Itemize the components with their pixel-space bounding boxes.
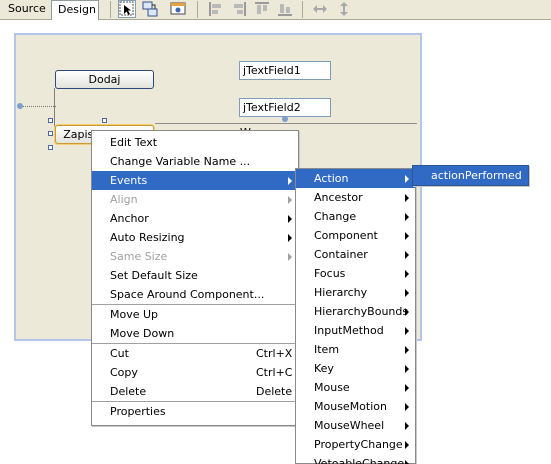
events-item-mousemotion[interactable]: MouseMotion — [296, 397, 415, 416]
jtextfield1-input[interactable]: jTextField1 — [239, 61, 331, 80]
submenu-arrow-icon — [405, 213, 409, 221]
menu-item-cut[interactable]: Cut Ctrl+X — [92, 344, 298, 363]
toolbar-separator — [110, 1, 111, 18]
submenu-arrow-icon — [288, 177, 292, 185]
submenu-arrow-icon — [405, 175, 409, 183]
submenu-arrow-icon — [405, 251, 409, 259]
align-bottom-icon — [276, 0, 294, 18]
submenu-arrow-icon — [405, 384, 409, 392]
tab-design[interactable]: Design — [51, 0, 99, 20]
selection-mode-icon[interactable] — [118, 0, 136, 18]
submenu-arrow-icon — [405, 194, 409, 202]
connection-mode-icon[interactable] — [141, 0, 159, 18]
submenu-arrow-icon — [288, 196, 292, 204]
resize-handle[interactable] — [48, 118, 53, 123]
dodaj-button[interactable]: Dodaj — [55, 70, 154, 89]
submenu-arrow-icon — [405, 460, 409, 464]
events-item-inputmethod[interactable]: InputMethod — [296, 321, 415, 340]
jtextfield2-input[interactable]: jTextField2 — [239, 98, 331, 117]
resize-vertical-icon — [335, 0, 353, 18]
menu-item-move-down[interactable]: Move Down — [92, 324, 298, 343]
context-menu: Edit Text Change Variable Name ... Event… — [91, 130, 299, 426]
resize-handle[interactable] — [48, 131, 53, 136]
submenu-arrow-icon — [288, 215, 292, 223]
events-item-change[interactable]: Change — [296, 207, 415, 226]
menu-item-edit-text[interactable]: Edit Text — [92, 133, 298, 152]
submenu-arrow-icon — [405, 422, 409, 430]
menu-item-set-default-size[interactable]: Set Default Size — [92, 266, 298, 285]
menu-item-copy[interactable]: Copy Ctrl+C — [92, 363, 298, 382]
submenu-arrow-icon — [288, 234, 292, 242]
submenu-arrow-icon — [405, 289, 409, 297]
toolbar-separator — [302, 1, 303, 18]
events-item-action[interactable]: Action — [296, 169, 415, 188]
menu-item-events[interactable]: Events — [92, 171, 298, 190]
menu-item-move-up[interactable]: Move Up — [92, 305, 298, 324]
anchor-indicator — [17, 103, 23, 109]
resize-handle[interactable] — [102, 118, 107, 123]
menu-item-space-around-component[interactable]: Space Around Component... — [92, 285, 298, 304]
submenu-arrow-icon — [405, 308, 409, 316]
menu-item-same-size: Same Size — [92, 247, 298, 266]
events-item-ancestor[interactable]: Ancestor — [296, 188, 415, 207]
alignment-guide — [155, 123, 417, 124]
submenu-arrow-icon — [405, 441, 409, 449]
menu-item-anchor[interactable]: Anchor — [92, 209, 298, 228]
designer-toolbar: Source Design — [0, 0, 551, 20]
menu-item-auto-resizing[interactable]: Auto Resizing — [92, 228, 298, 247]
submenu-arrow-icon — [288, 253, 292, 261]
menu-item-delete[interactable]: Delete Delete — [92, 382, 298, 401]
submenu-arrow-icon — [405, 327, 409, 335]
submenu-arrow-icon — [405, 232, 409, 240]
events-submenu: Action Ancestor Change Component Contain… — [295, 168, 416, 464]
events-item-item[interactable]: Item — [296, 340, 415, 359]
action-submenu: actionPerformed — [412, 165, 529, 186]
submenu-arrow-icon — [405, 403, 409, 411]
events-item-focus[interactable]: Focus — [296, 264, 415, 283]
align-top-icon — [253, 0, 271, 18]
menu-item-align: Align — [92, 190, 298, 209]
events-item-propertychange[interactable]: PropertyChange — [296, 435, 415, 454]
submenu-arrow-icon — [405, 270, 409, 278]
events-item-mousewheel[interactable]: MouseWheel — [296, 416, 415, 435]
events-item-component[interactable]: Component — [296, 226, 415, 245]
resize-handle[interactable] — [48, 145, 53, 150]
align-right-icon — [230, 0, 248, 18]
events-item-key[interactable]: Key — [296, 359, 415, 378]
alignment-guide — [20, 106, 56, 107]
menu-item-properties[interactable]: Properties — [92, 402, 298, 421]
action-item-actionperformed[interactable]: actionPerformed — [413, 166, 528, 185]
events-item-hierarchybounds[interactable]: HierarchyBounds — [296, 302, 415, 321]
resize-horizontal-icon — [311, 0, 329, 18]
events-item-hierarchy[interactable]: Hierarchy — [296, 283, 415, 302]
alignment-guide — [54, 88, 55, 130]
events-item-container[interactable]: Container — [296, 245, 415, 264]
events-item-mouse[interactable]: Mouse — [296, 378, 415, 397]
menu-item-change-variable-name[interactable]: Change Variable Name ... — [92, 152, 298, 171]
tab-source[interactable]: Source — [2, 0, 48, 20]
preview-design-icon[interactable] — [169, 0, 187, 18]
toolbar-separator — [197, 1, 198, 18]
submenu-arrow-icon — [405, 346, 409, 354]
submenu-arrow-icon — [405, 365, 409, 373]
align-left-icon — [207, 0, 225, 18]
events-item-vetoablechange[interactable]: VetoableChange — [296, 454, 415, 464]
